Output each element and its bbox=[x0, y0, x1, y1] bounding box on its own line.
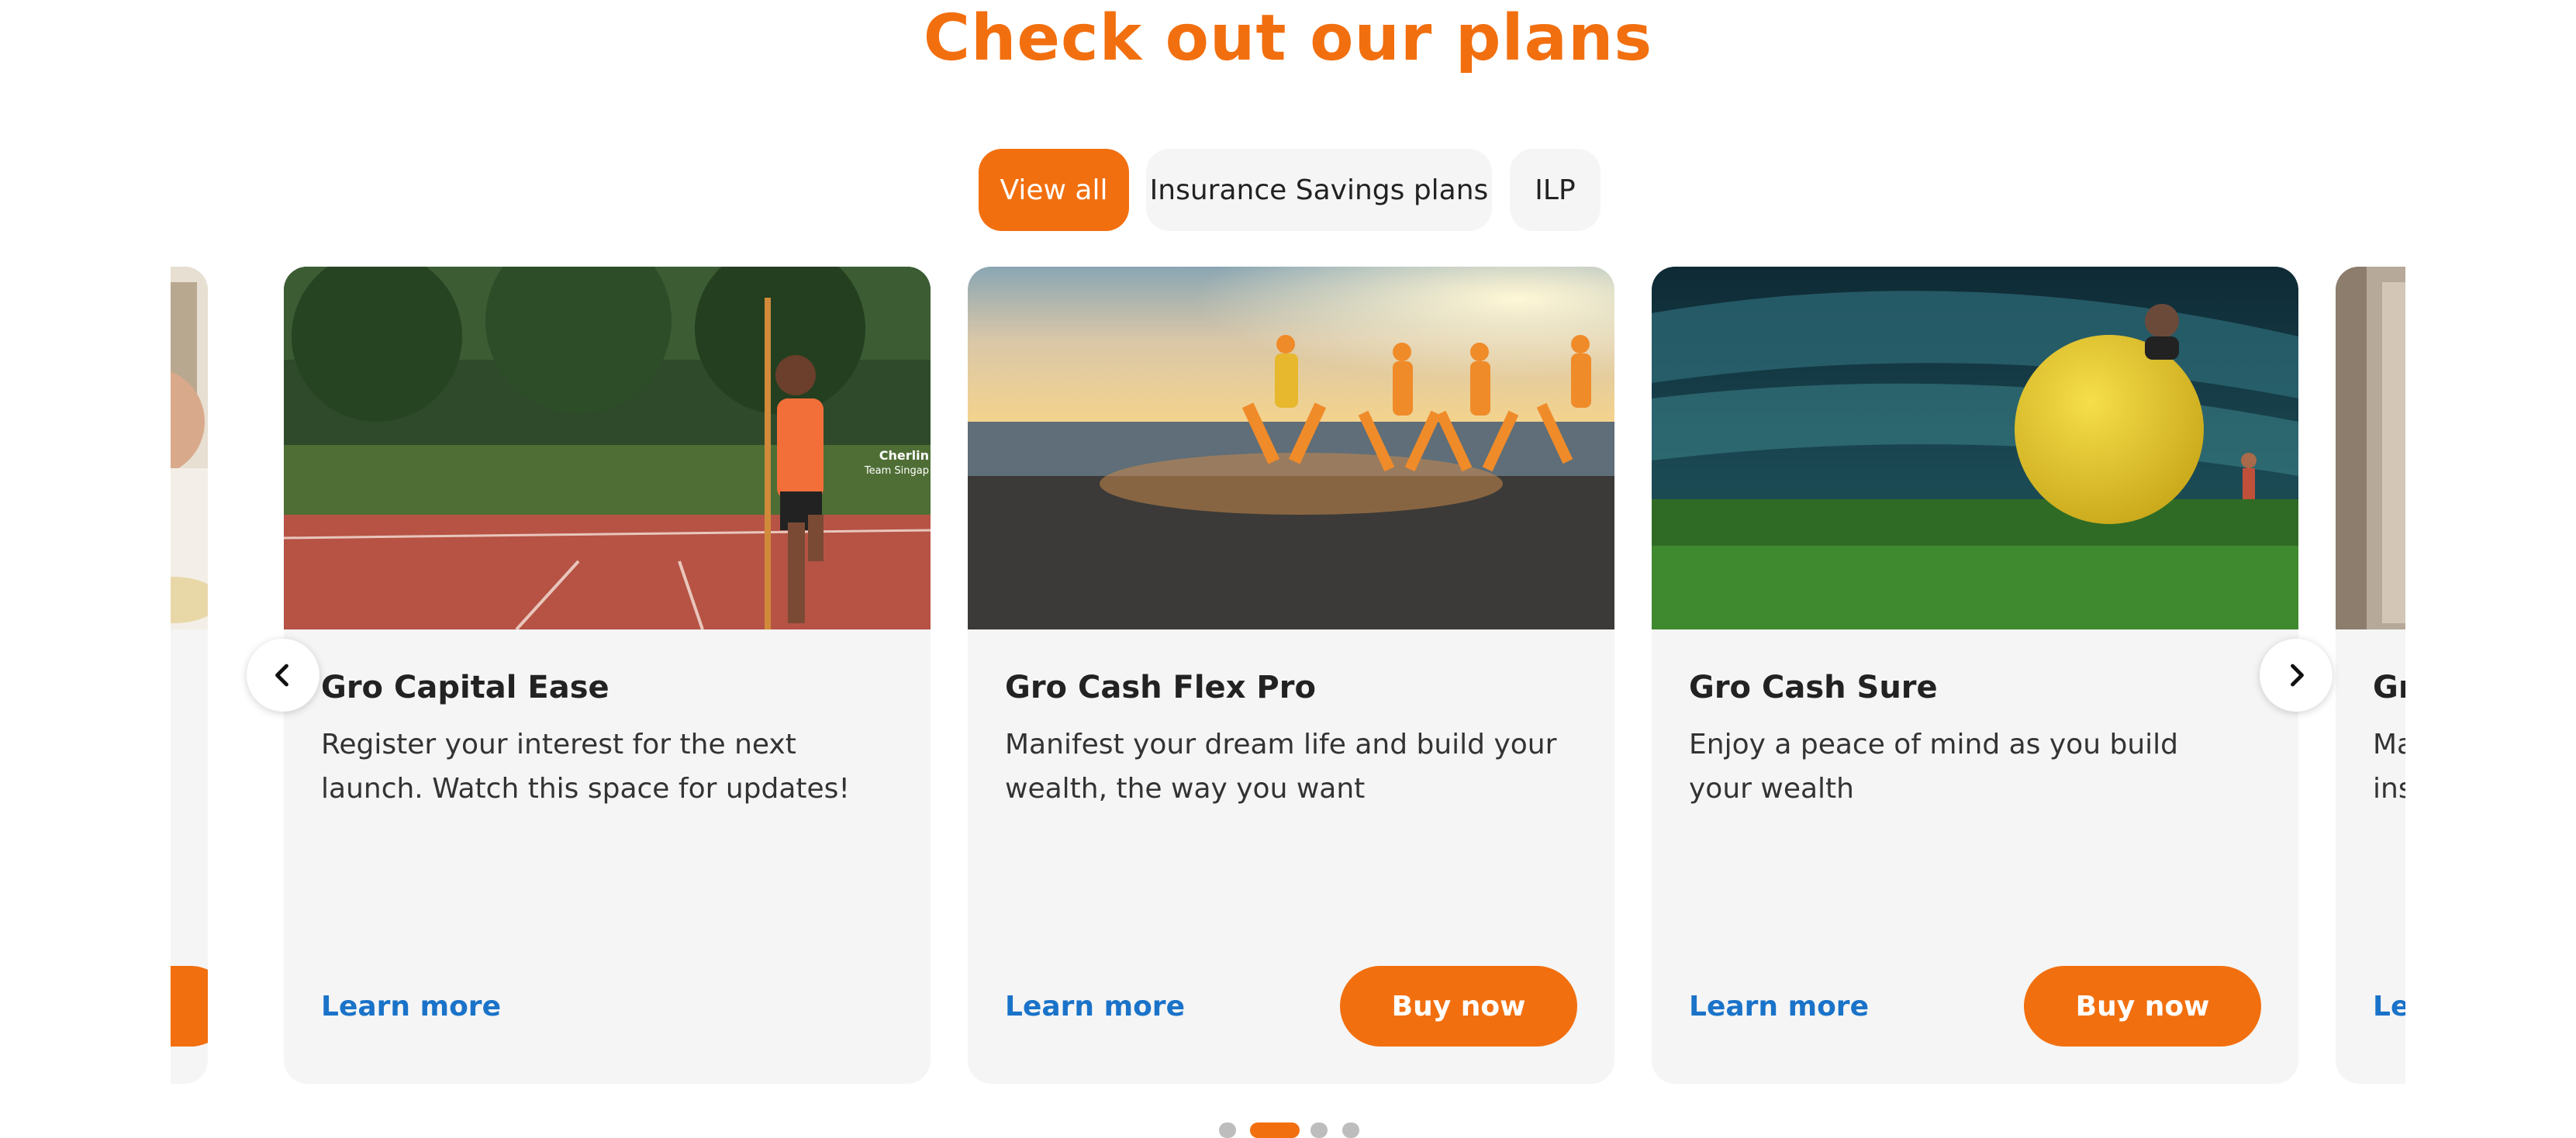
pagination-dot-active[interactable] bbox=[1250, 1122, 1300, 1138]
plan-description: Manifest your dream life and build your … bbox=[1005, 729, 1557, 805]
photo-caption-name: Cherlin bbox=[879, 448, 929, 463]
learn-more-link[interactable]: Learn more bbox=[1005, 991, 1185, 1022]
plan-description: Register your interest for the next laun… bbox=[321, 729, 850, 805]
learn-more-link[interactable]: Learn more bbox=[321, 991, 501, 1022]
pagination-dot[interactable] bbox=[1219, 1122, 1236, 1138]
plan-card-gro-cash-flex-pro: Gro Cash Flex Pro Manifest your dream li… bbox=[968, 267, 1614, 1084]
tab-insurance-savings-plans[interactable]: Insurance Savings plans bbox=[1146, 149, 1492, 231]
plan-card-gro-cash-sure: Gro Cash Sure Enjoy a peace of mind as y… bbox=[1652, 267, 2298, 1084]
plan-title: Gro Cash Sure bbox=[1689, 670, 1938, 705]
pagination-dot[interactable] bbox=[1310, 1122, 1328, 1138]
plan-title: Gro Capital Ease bbox=[321, 670, 609, 705]
carousel-prev-button[interactable] bbox=[247, 639, 319, 712]
plan-card bbox=[171, 267, 208, 1084]
athlete-on-track-photo: Cherlin Team Singap bbox=[284, 267, 931, 629]
plan-description-line: ins bbox=[2373, 773, 2405, 805]
plan-card: Gr Ma ins Le bbox=[2336, 267, 2405, 1084]
photo-caption-team: Team Singap bbox=[864, 465, 929, 477]
buy-now-button[interactable]: Buy now bbox=[2024, 966, 2261, 1047]
plan-card-image bbox=[171, 267, 208, 629]
buy-now-button[interactable]: Buy now bbox=[1340, 966, 1577, 1047]
carousel-next-button[interactable] bbox=[2260, 639, 2333, 712]
plans-carousel: Cherlin Team Singap Gro Capital Ease Reg… bbox=[171, 267, 2405, 1085]
tab-ilp[interactable]: ILP bbox=[1510, 149, 1601, 231]
chevron-left-icon bbox=[275, 664, 288, 687]
carousel-pagination bbox=[0, 1122, 2576, 1138]
plan-card-gro-capital-ease: Cherlin Team Singap Gro Capital Ease Reg… bbox=[284, 267, 931, 1084]
plan-description-line: Ma bbox=[2373, 729, 2405, 760]
pagination-dot[interactable] bbox=[1342, 1122, 1359, 1138]
buy-now-button[interactable] bbox=[171, 966, 208, 1047]
chevron-right-icon bbox=[2291, 664, 2304, 687]
plan-title: Gro Cash Flex Pro bbox=[1005, 670, 1316, 705]
tab-view-all[interactable]: View all bbox=[979, 149, 1129, 231]
plan-filter-tabs: View all Insurance Savings plans ILP bbox=[0, 149, 2576, 231]
learn-more-link[interactable]: Learn more bbox=[1689, 991, 1869, 1022]
plan-description: Ma ins bbox=[2373, 722, 2405, 811]
yoga-by-sea-photo bbox=[968, 267, 1614, 629]
plan-description: Enjoy a peace of mind as you build your … bbox=[1689, 729, 2178, 805]
plan-title: Gr bbox=[2373, 670, 2405, 705]
stadium-yellow-ball-photo bbox=[1652, 267, 2298, 629]
section-heading: Check out our plans bbox=[923, 2, 1653, 75]
learn-more-link[interactable]: Le bbox=[2373, 991, 2405, 1022]
interior-photo bbox=[2336, 267, 2405, 629]
